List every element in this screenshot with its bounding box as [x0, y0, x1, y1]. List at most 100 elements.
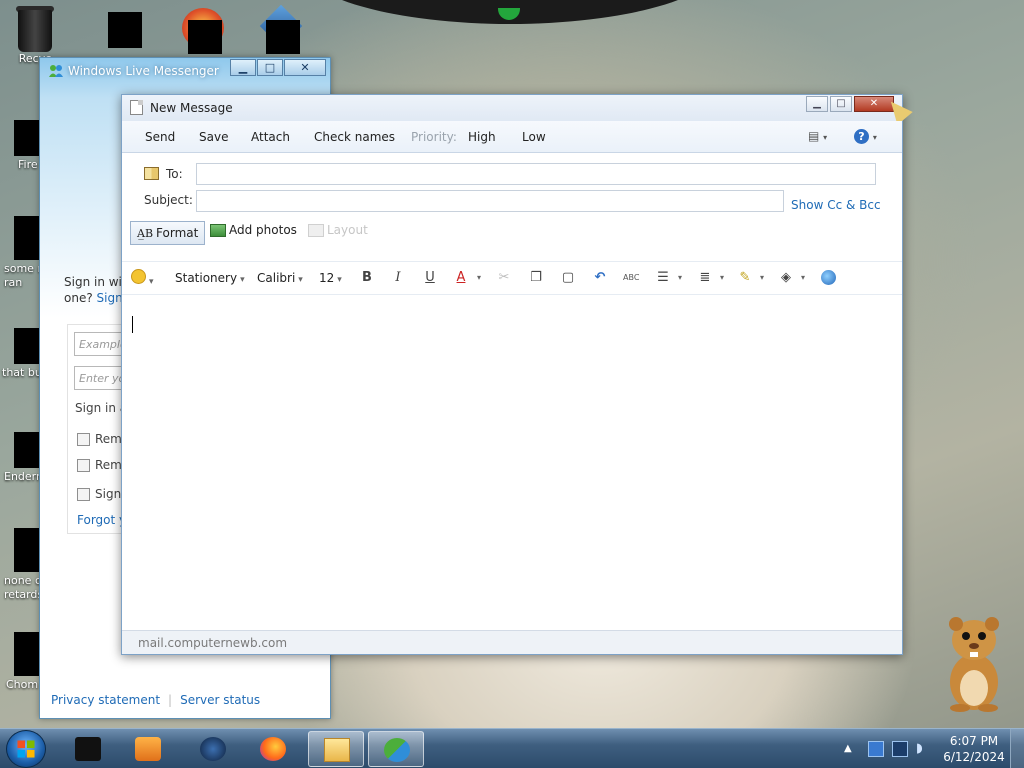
privacy-statement-link[interactable]: Privacy statement — [51, 693, 160, 707]
redacted-block — [170, 20, 240, 56]
new-message-window: New Message ▁ □ ✕ Send Save Attach Check… — [121, 94, 913, 655]
font-color-button[interactable]: A — [453, 270, 469, 286]
taskbar-app[interactable] — [185, 731, 241, 767]
minimize-button[interactable]: ▁ — [230, 59, 256, 76]
taskbar-recycle-bin[interactable] — [60, 731, 116, 767]
taskbar-messenger[interactable] — [368, 731, 424, 767]
subject-label: Subject: — [144, 193, 193, 207]
fill-dropdown[interactable]: ▾ — [795, 270, 811, 286]
desktop-icon-text[interactable]: some r ran — [0, 216, 44, 290]
close-button[interactable]: ✕ — [284, 59, 326, 76]
underline-button[interactable]: U — [422, 270, 438, 286]
start-button[interactable] — [6, 730, 46, 768]
layout-icon — [308, 223, 324, 237]
checkbox-label: Sign — [95, 487, 122, 501]
indent-icon[interactable]: ≣ — [697, 270, 713, 286]
copy-icon[interactable]: ❐ — [528, 270, 544, 286]
checkbox-icon — [77, 432, 90, 446]
smiley-icon — [131, 269, 146, 284]
redacted-icon — [14, 328, 42, 364]
mail-icon — [324, 738, 350, 762]
message-title: New Message — [150, 101, 233, 115]
show-cc-bcc-link[interactable]: Show Cc & Bcc — [791, 198, 881, 212]
messenger-icon — [384, 738, 410, 762]
forgot-password-link[interactable]: Forgot y — [77, 513, 126, 527]
taskbar-firefox[interactable] — [245, 731, 301, 767]
message-titlebar[interactable]: New Message ▁ □ ✕ — [122, 95, 913, 125]
redacted-icon — [14, 432, 42, 468]
show-desktop-button[interactable] — [1010, 729, 1024, 768]
media-player-icon — [135, 737, 161, 761]
indent-dropdown[interactable]: ▾ — [714, 270, 730, 286]
cut-icon[interactable]: ✂ — [496, 270, 512, 286]
tray-expand-icon[interactable]: ▲ — [844, 743, 852, 754]
emoticon-button[interactable]: ▾ — [131, 269, 154, 287]
font-color-dropdown[interactable]: ▾ — [471, 270, 487, 286]
webcam-overlay — [300, 0, 720, 24]
firefox-icon — [260, 737, 286, 761]
paste-icon[interactable]: ▢ — [560, 270, 576, 286]
check-names-button[interactable]: Check names — [314, 130, 395, 144]
list-dropdown[interactable]: ▾ — [672, 270, 688, 286]
bold-button[interactable]: B — [359, 270, 375, 286]
desktop-icon-enderman[interactable]: Enderm — [0, 432, 47, 483]
monitor-icon[interactable] — [892, 741, 908, 757]
volume-icon[interactable]: ◗ — [916, 741, 930, 757]
minimize-button[interactable]: ▁ — [806, 96, 828, 112]
address-book-icon[interactable] — [144, 167, 159, 180]
photo-icon — [210, 223, 226, 237]
taskbar-clock[interactable]: 6:07 PM 6/12/2024 — [940, 733, 1008, 765]
font-dropdown[interactable]: Calibri ▾ — [257, 271, 303, 285]
highlight-dropdown[interactable]: ▾ — [754, 270, 770, 286]
desktop-icon-chom[interactable]: Chom — [0, 632, 44, 691]
priority-high-button[interactable]: High — [468, 130, 496, 144]
desktop-icon-folder[interactable] — [90, 12, 160, 50]
desktop-icon-label: some r ran — [4, 262, 42, 289]
desktop-icon-none[interactable]: none o retards — [0, 528, 44, 602]
webcam-light — [498, 8, 520, 20]
to-label: To: — [166, 167, 183, 181]
list-icon[interactable]: ☰ — [655, 270, 671, 286]
subject-field[interactable] — [196, 190, 784, 212]
maximize-button[interactable]: □ — [257, 59, 283, 76]
font-label: Calibri — [257, 271, 296, 285]
attach-button[interactable]: Attach — [251, 130, 290, 144]
network-icon[interactable] — [868, 741, 884, 757]
redacted-block — [248, 20, 318, 56]
desktop-icon-label: that bu — [2, 366, 42, 379]
send-button[interactable]: Send — [145, 130, 175, 144]
layout-button[interactable]: Layout — [308, 223, 368, 237]
messenger-window-controls: ▁ □ ✕ — [229, 59, 326, 76]
maximize-button[interactable]: □ — [830, 96, 852, 112]
app-icon — [200, 737, 226, 761]
recycle-bin-icon — [18, 10, 52, 52]
format-button[interactable]: A̲B Format — [130, 221, 206, 245]
bin-icon — [75, 737, 101, 761]
spellcheck-icon[interactable]: ABC — [623, 270, 639, 286]
stationery-dropdown[interactable]: Stationery ▾ — [175, 271, 245, 285]
save-button[interactable]: Save — [199, 130, 228, 144]
redacted-icon — [266, 20, 300, 54]
to-field[interactable] — [196, 163, 876, 185]
priority-low-button[interactable]: Low — [522, 130, 546, 144]
desktop-icon-doc[interactable]: that bu — [0, 328, 44, 379]
taskbar-media-player[interactable] — [120, 731, 176, 767]
taskbar-windows-live-mail[interactable] — [308, 731, 364, 767]
checkbox-icon — [77, 458, 90, 472]
highlight-icon[interactable]: ✎ — [737, 270, 753, 286]
hyperlink-icon[interactable] — [820, 270, 836, 286]
font-size-dropdown[interactable]: 12 ▾ — [319, 271, 342, 285]
undo-icon[interactable]: ↶ — [592, 270, 608, 286]
sign-in-auto-checkbox[interactable]: Sign — [77, 487, 121, 501]
document-icon — [130, 100, 143, 115]
help-icon[interactable]: ? ▾ — [854, 129, 877, 144]
server-status-link[interactable]: Server status — [180, 693, 260, 707]
text-cursor — [132, 316, 133, 333]
fill-icon[interactable]: ◈ — [778, 270, 794, 286]
message-body[interactable] — [122, 295, 902, 631]
italic-button[interactable]: I — [390, 270, 406, 286]
messenger-logo-icon — [49, 65, 63, 77]
add-photos-button[interactable]: Add photos — [210, 223, 297, 237]
menu-icon[interactable]: ▤ ▾ — [808, 129, 827, 143]
format-icon: A̲B — [137, 226, 154, 240]
